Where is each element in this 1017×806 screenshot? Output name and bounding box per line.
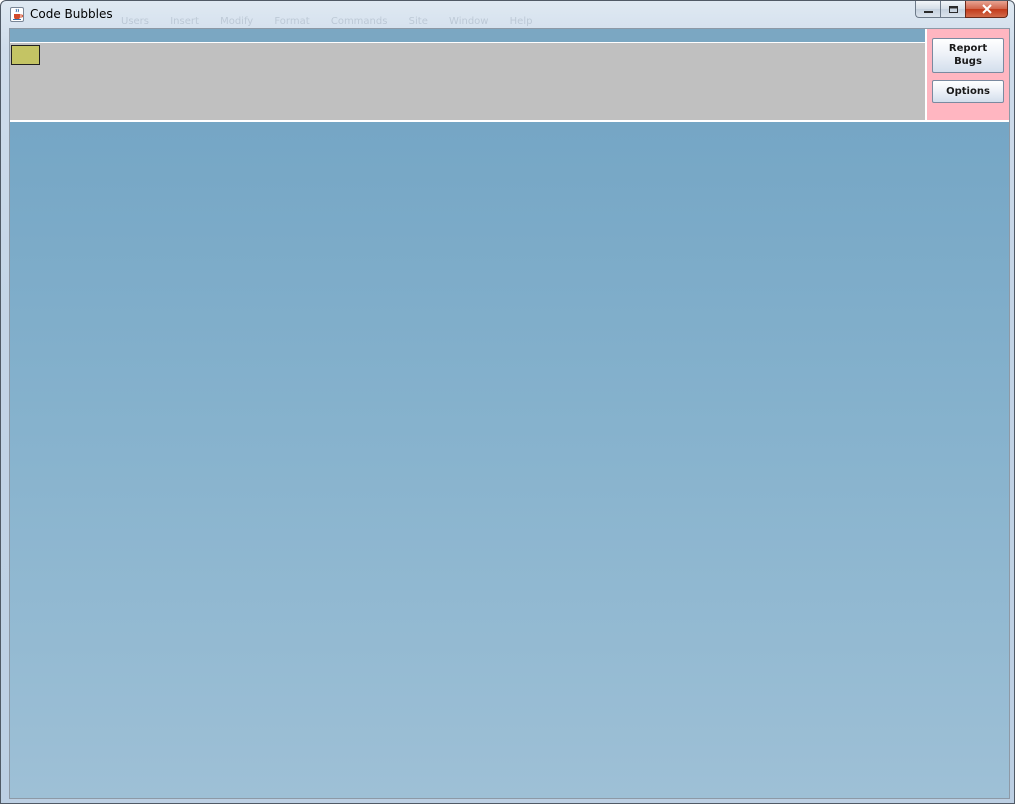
- minimize-button[interactable]: [915, 1, 940, 18]
- window-controls: [915, 1, 1008, 19]
- close-icon: [981, 4, 992, 14]
- ghost-menu-item: Users: [121, 16, 150, 27]
- maximize-icon: [948, 5, 958, 13]
- ghost-menu-item: Format: [274, 16, 310, 27]
- report-bugs-button[interactable]: Report Bugs: [932, 38, 1004, 73]
- title-bar[interactable]: Code Bubbles Users Insert Modify Format …: [1, 1, 1014, 28]
- report-bugs-label-line2: Bugs: [954, 56, 982, 67]
- ghost-menu-item: Window: [449, 16, 489, 27]
- bubble-workspace[interactable]: [10, 120, 1009, 798]
- report-bugs-label-line1: Report: [948, 43, 988, 54]
- overview-panel[interactable]: [10, 43, 925, 120]
- ghost-menu-item: Insert: [170, 16, 199, 27]
- options-label: Options: [946, 86, 990, 97]
- minimize-icon: [923, 10, 933, 13]
- top-strip: [10, 29, 925, 43]
- java-cup-icon[interactable]: [10, 7, 24, 22]
- client-area: Report Bugs Options: [9, 28, 1010, 799]
- ghost-menu-bar: Users Insert Modify Format Commands Site…: [121, 16, 550, 28]
- right-button-panel: Report Bugs Options: [925, 29, 1009, 120]
- viewport-indicator[interactable]: [11, 45, 40, 65]
- ghost-menu-item: Commands: [330, 16, 388, 27]
- window-title: Code Bubbles: [30, 7, 113, 21]
- ghost-menu-item: Help: [509, 16, 533, 27]
- ghost-menu-item: Site: [408, 16, 428, 27]
- app-window: Code Bubbles Users Insert Modify Format …: [0, 0, 1015, 804]
- options-button[interactable]: Options: [932, 80, 1004, 103]
- ghost-menu-item: Modify: [220, 16, 254, 27]
- maximize-button[interactable]: [940, 1, 965, 18]
- close-button[interactable]: [965, 1, 1008, 18]
